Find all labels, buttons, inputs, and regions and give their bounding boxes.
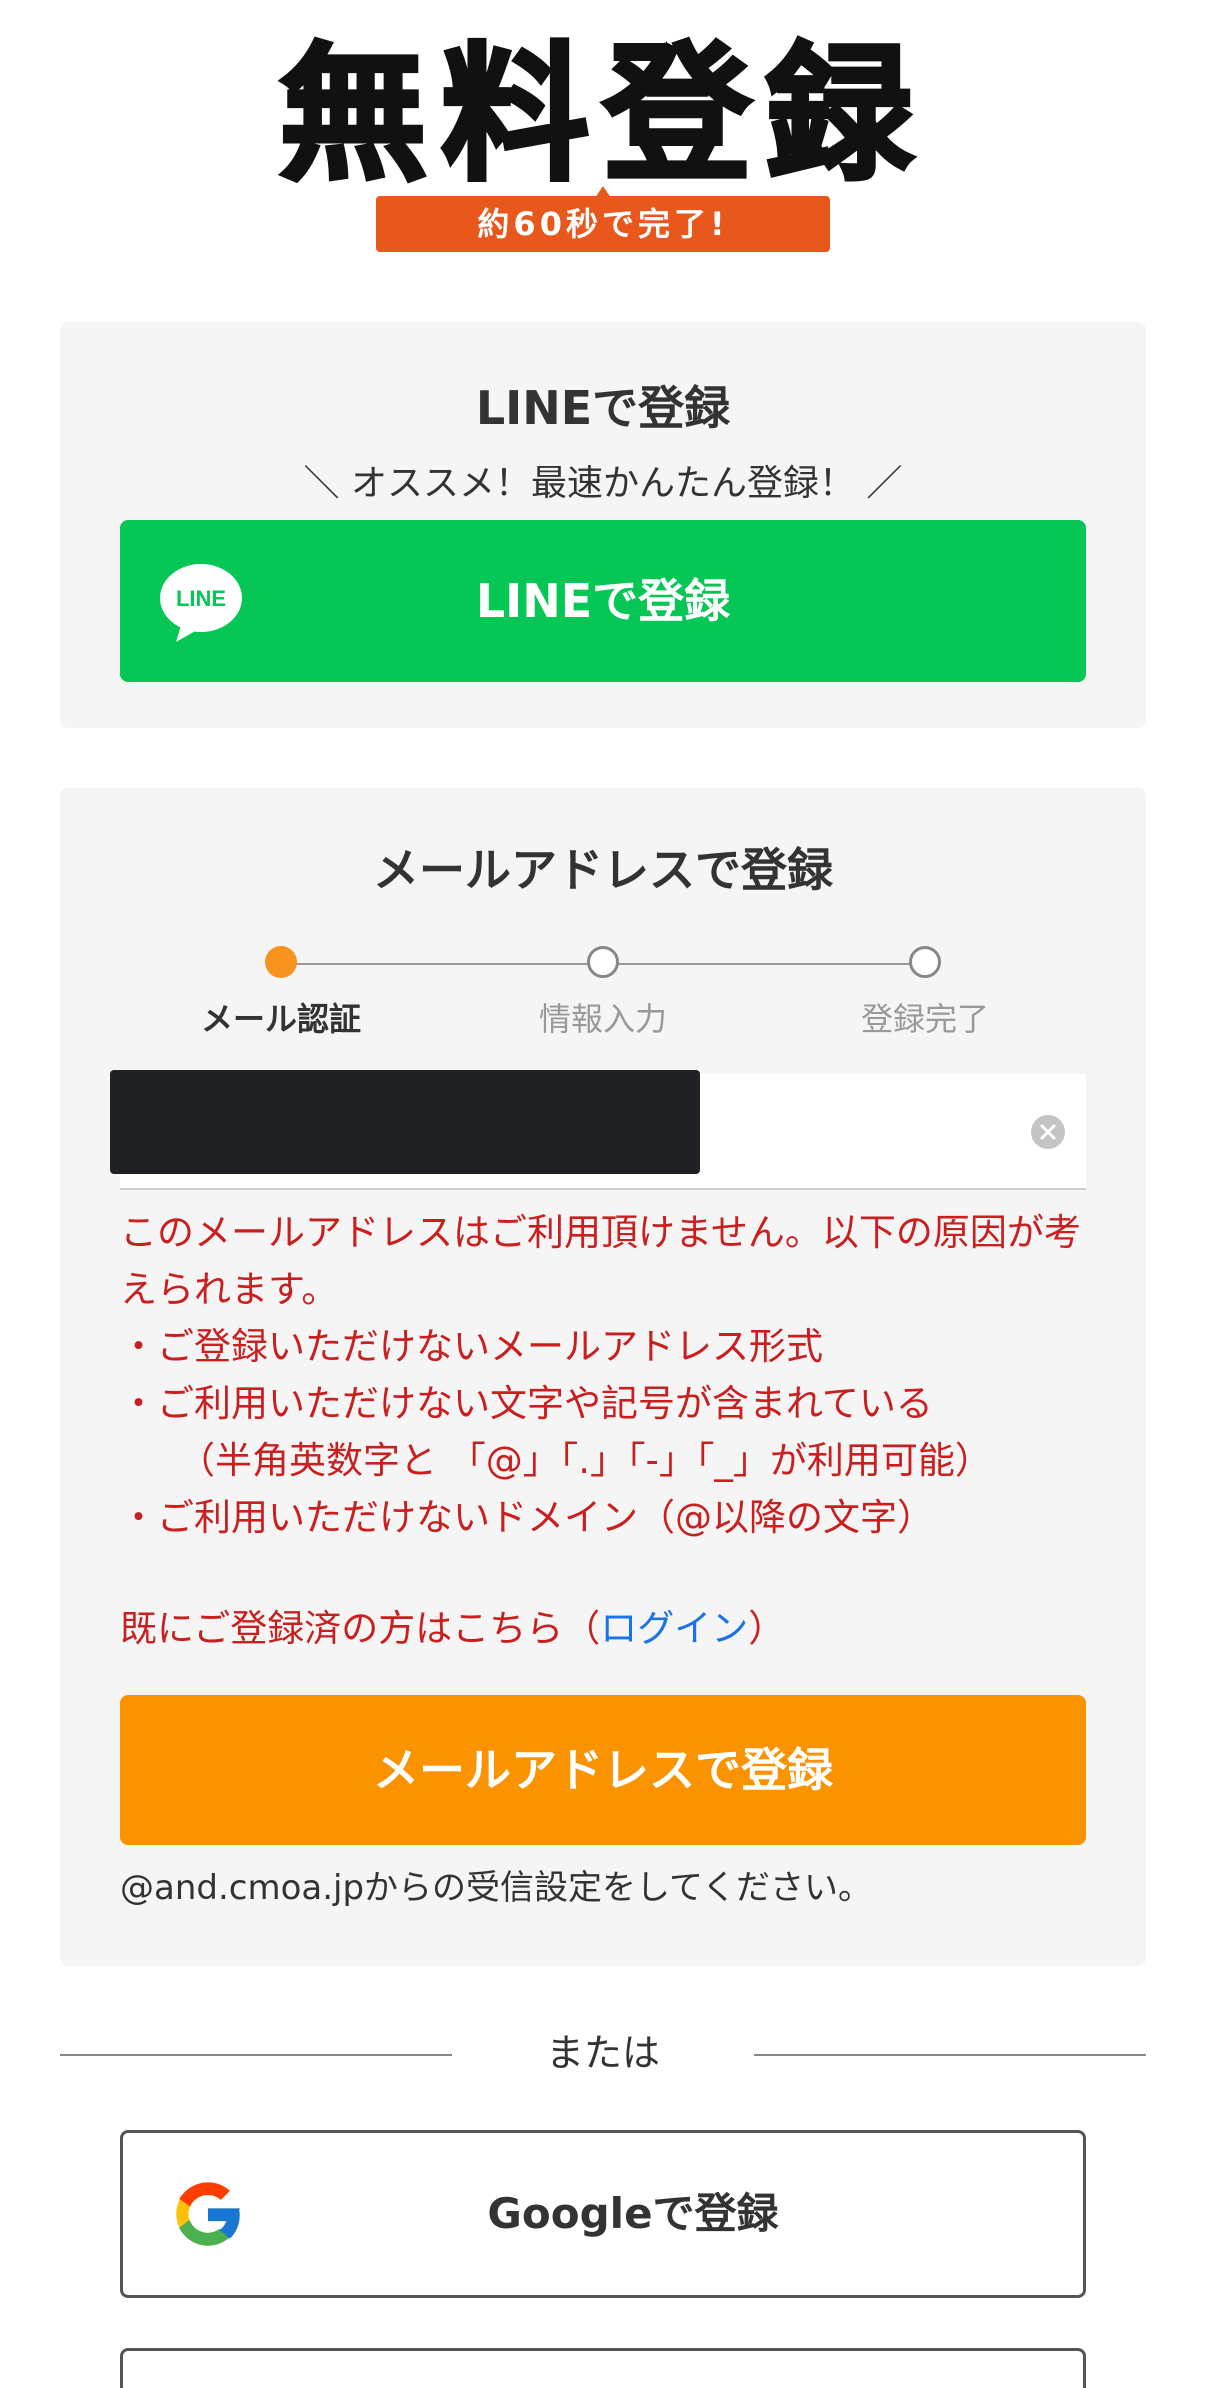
clear-input-icon[interactable] xyxy=(1030,1114,1066,1150)
error-reason: ・ご利用いただけないドメイン（@以降の文字） xyxy=(120,1496,934,1539)
step-dot-info-input xyxy=(587,946,619,978)
step-connector xyxy=(283,963,603,965)
error-reason: ・ご登録いただけないメールアドレス形式 xyxy=(120,1325,823,1368)
line-section-title: LINEで登録 xyxy=(475,381,731,435)
step-label-complete: 登録完了 xyxy=(860,1000,989,1038)
next-register-button[interactable] xyxy=(120,2348,1086,2388)
step-dot-mail-verify xyxy=(265,946,297,978)
step-label-mail-verify: メール認証 xyxy=(200,1000,361,1038)
hero-badge: 約60秒で完了! xyxy=(376,186,830,252)
error-lead: このメールアドレスはご利用頂けません。以下の原因が考えられます。 xyxy=(120,1211,1081,1311)
line-section-subtitle: ＼ オススメ！最速かんたん登録！ ／ xyxy=(303,463,903,504)
mail-register-card: メールアドレスで登録 メール認証 情報入力 登録完了 このメールアドレスはご利用… xyxy=(60,788,1146,1966)
login-link[interactable]: ログイン xyxy=(600,1607,748,1650)
google-register-button[interactable]: Googleで登録 xyxy=(120,2130,1086,2298)
email-error-message: このメールアドレスはご利用頂けません。以下の原因が考えられます。 ・ご登録いただ… xyxy=(120,1204,1086,1546)
hero-header: 無料登録 約60秒で完了! xyxy=(0,29,1206,252)
line-register-button[interactable]: LINE LINEで登録 xyxy=(120,520,1086,682)
mail-section-title: メールアドレスで登録 xyxy=(373,843,833,897)
step-dot-complete xyxy=(909,946,941,978)
step-connector xyxy=(603,963,923,965)
or-label: または xyxy=(545,2031,660,2075)
redacted-email-value xyxy=(110,1070,700,1174)
or-divider: または xyxy=(60,2020,1146,2080)
login-prefix: 既にご登録済の方はこちら（ xyxy=(120,1607,601,1650)
error-reason: ・ご利用いただけない文字や記号が含まれている xyxy=(120,1382,933,1425)
error-reason-detail: （半角英数字と 「@」「.」「-」「_」が利用可能） xyxy=(178,1439,992,1482)
mail-receive-note: @and.cmoa.jpからの受信設定をしてください。 xyxy=(120,1868,873,1908)
google-button-label: Googleで登録 xyxy=(487,2189,779,2238)
already-registered-text: 既にご登録済の方はこちら（ログイン） xyxy=(120,1600,785,1657)
page-title: 無料登録 xyxy=(277,29,927,201)
step-label-info-input: 情報入力 xyxy=(538,1000,667,1038)
hero-badge-text: 約60秒で完了! xyxy=(376,196,830,252)
line-button-label: LINEで登録 xyxy=(475,574,731,628)
line-register-card: LINEで登録 ＼ オススメ！最速かんたん登録！ ／ LINE LINEで登録 xyxy=(60,322,1146,728)
mail-register-button[interactable]: メールアドレスで登録 xyxy=(120,1695,1086,1845)
login-suffix: ） xyxy=(748,1607,786,1650)
